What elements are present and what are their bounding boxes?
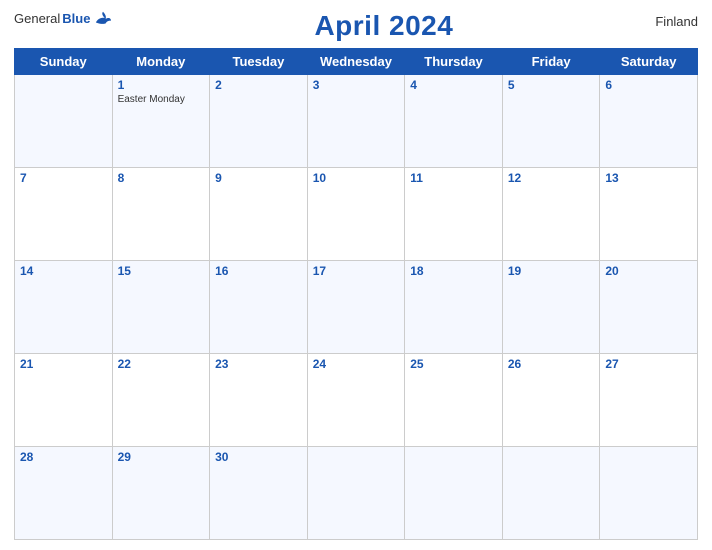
calendar-cell: 10 bbox=[307, 168, 405, 261]
day-number: 12 bbox=[508, 171, 595, 185]
calendar-week-5: 28 29 30 bbox=[15, 447, 698, 540]
day-number: 19 bbox=[508, 264, 595, 278]
calendar-cell: 27 bbox=[600, 354, 698, 447]
calendar-cell: 3 bbox=[307, 75, 405, 168]
calendar-cell: 17 bbox=[307, 261, 405, 354]
calendar-cell: 29 bbox=[112, 447, 210, 540]
day-number: 21 bbox=[20, 357, 107, 371]
title-area: April 2024 bbox=[112, 10, 655, 42]
weekday-header-row: SundayMondayTuesdayWednesdayThursdayFrid… bbox=[15, 49, 698, 75]
day-number: 18 bbox=[410, 264, 497, 278]
calendar-cell: 9 bbox=[210, 168, 308, 261]
day-number: 2 bbox=[215, 78, 302, 92]
day-number: 8 bbox=[118, 171, 205, 185]
day-number: 15 bbox=[118, 264, 205, 278]
calendar-week-1: 1 Easter Monday 23456 bbox=[15, 75, 698, 168]
weekday-header-saturday: Saturday bbox=[600, 49, 698, 75]
day-number: 13 bbox=[605, 171, 692, 185]
calendar-cell bbox=[600, 447, 698, 540]
calendar-header: SundayMondayTuesdayWednesdayThursdayFrid… bbox=[15, 49, 698, 75]
weekday-header-sunday: Sunday bbox=[15, 49, 113, 75]
day-number: 17 bbox=[313, 264, 400, 278]
calendar-cell: 30 bbox=[210, 447, 308, 540]
calendar-cell: 15 bbox=[112, 261, 210, 354]
day-number: 29 bbox=[118, 450, 205, 464]
day-number: 25 bbox=[410, 357, 497, 371]
logo-blue: Blue bbox=[62, 11, 90, 26]
day-number: 22 bbox=[118, 357, 205, 371]
weekday-header-thursday: Thursday bbox=[405, 49, 503, 75]
calendar-cell: 28 bbox=[15, 447, 113, 540]
calendar-cell bbox=[15, 75, 113, 168]
calendar-cell: 22 bbox=[112, 354, 210, 447]
calendar-cell: 4 bbox=[405, 75, 503, 168]
calendar-cell: 13 bbox=[600, 168, 698, 261]
header: General Blue April 2024 Finland bbox=[14, 10, 698, 42]
weekday-header-friday: Friday bbox=[502, 49, 600, 75]
calendar-body: 1Easter Monday23456789101112131415161718… bbox=[15, 75, 698, 540]
calendar-cell: 11 bbox=[405, 168, 503, 261]
day-number: 16 bbox=[215, 264, 302, 278]
calendar-page: General Blue April 2024 Finland SundayMo… bbox=[0, 0, 712, 550]
day-number: 6 bbox=[605, 78, 692, 92]
day-number: 14 bbox=[20, 264, 107, 278]
logo: General Blue bbox=[14, 10, 112, 26]
day-number: 5 bbox=[508, 78, 595, 92]
calendar-cell: 25 bbox=[405, 354, 503, 447]
logo-area: General Blue bbox=[14, 10, 112, 26]
calendar-cell: 26 bbox=[502, 354, 600, 447]
weekday-header-wednesday: Wednesday bbox=[307, 49, 405, 75]
day-number: 23 bbox=[215, 357, 302, 371]
calendar-cell: 20 bbox=[600, 261, 698, 354]
day-number: 20 bbox=[605, 264, 692, 278]
country-label: Finland bbox=[655, 10, 698, 29]
day-number: 24 bbox=[313, 357, 400, 371]
calendar-cell bbox=[405, 447, 503, 540]
calendar-cell: 1 Easter Monday bbox=[112, 75, 210, 168]
calendar-table: SundayMondayTuesdayWednesdayThursdayFrid… bbox=[14, 48, 698, 540]
calendar-week-3: 14 15 16 17 18 19 20 bbox=[15, 261, 698, 354]
day-number: 26 bbox=[508, 357, 595, 371]
calendar-week-4: 21 22 23 24 25 26 27 bbox=[15, 354, 698, 447]
calendar-cell: 24 bbox=[307, 354, 405, 447]
day-number: 28 bbox=[20, 450, 107, 464]
day-number: 9 bbox=[215, 171, 302, 185]
day-number: 7 bbox=[20, 171, 107, 185]
calendar-cell bbox=[502, 447, 600, 540]
calendar-week-2: 789 10 11 12 13 bbox=[15, 168, 698, 261]
page-title: April 2024 bbox=[314, 10, 453, 41]
calendar-cell: 23 bbox=[210, 354, 308, 447]
logo-bird-icon bbox=[94, 10, 112, 26]
calendar-cell: 5 bbox=[502, 75, 600, 168]
day-number: 3 bbox=[313, 78, 400, 92]
calendar-cell: 18 bbox=[405, 261, 503, 354]
event-label: Easter Monday bbox=[118, 94, 205, 105]
calendar-cell bbox=[307, 447, 405, 540]
weekday-header-monday: Monday bbox=[112, 49, 210, 75]
calendar-cell: 14 bbox=[15, 261, 113, 354]
calendar-cell: 6 bbox=[600, 75, 698, 168]
calendar-cell: 21 bbox=[15, 354, 113, 447]
logo-general: General bbox=[14, 11, 60, 26]
calendar-cell: 2 bbox=[210, 75, 308, 168]
day-number: 10 bbox=[313, 171, 400, 185]
day-number: 1 bbox=[118, 78, 205, 92]
day-number: 11 bbox=[410, 171, 497, 185]
day-number: 27 bbox=[605, 357, 692, 371]
calendar-cell: 19 bbox=[502, 261, 600, 354]
calendar-cell: 16 bbox=[210, 261, 308, 354]
day-number: 30 bbox=[215, 450, 302, 464]
weekday-header-tuesday: Tuesday bbox=[210, 49, 308, 75]
calendar-cell: 8 bbox=[112, 168, 210, 261]
calendar-cell: 12 bbox=[502, 168, 600, 261]
calendar-cell: 7 bbox=[15, 168, 113, 261]
day-number: 4 bbox=[410, 78, 497, 92]
